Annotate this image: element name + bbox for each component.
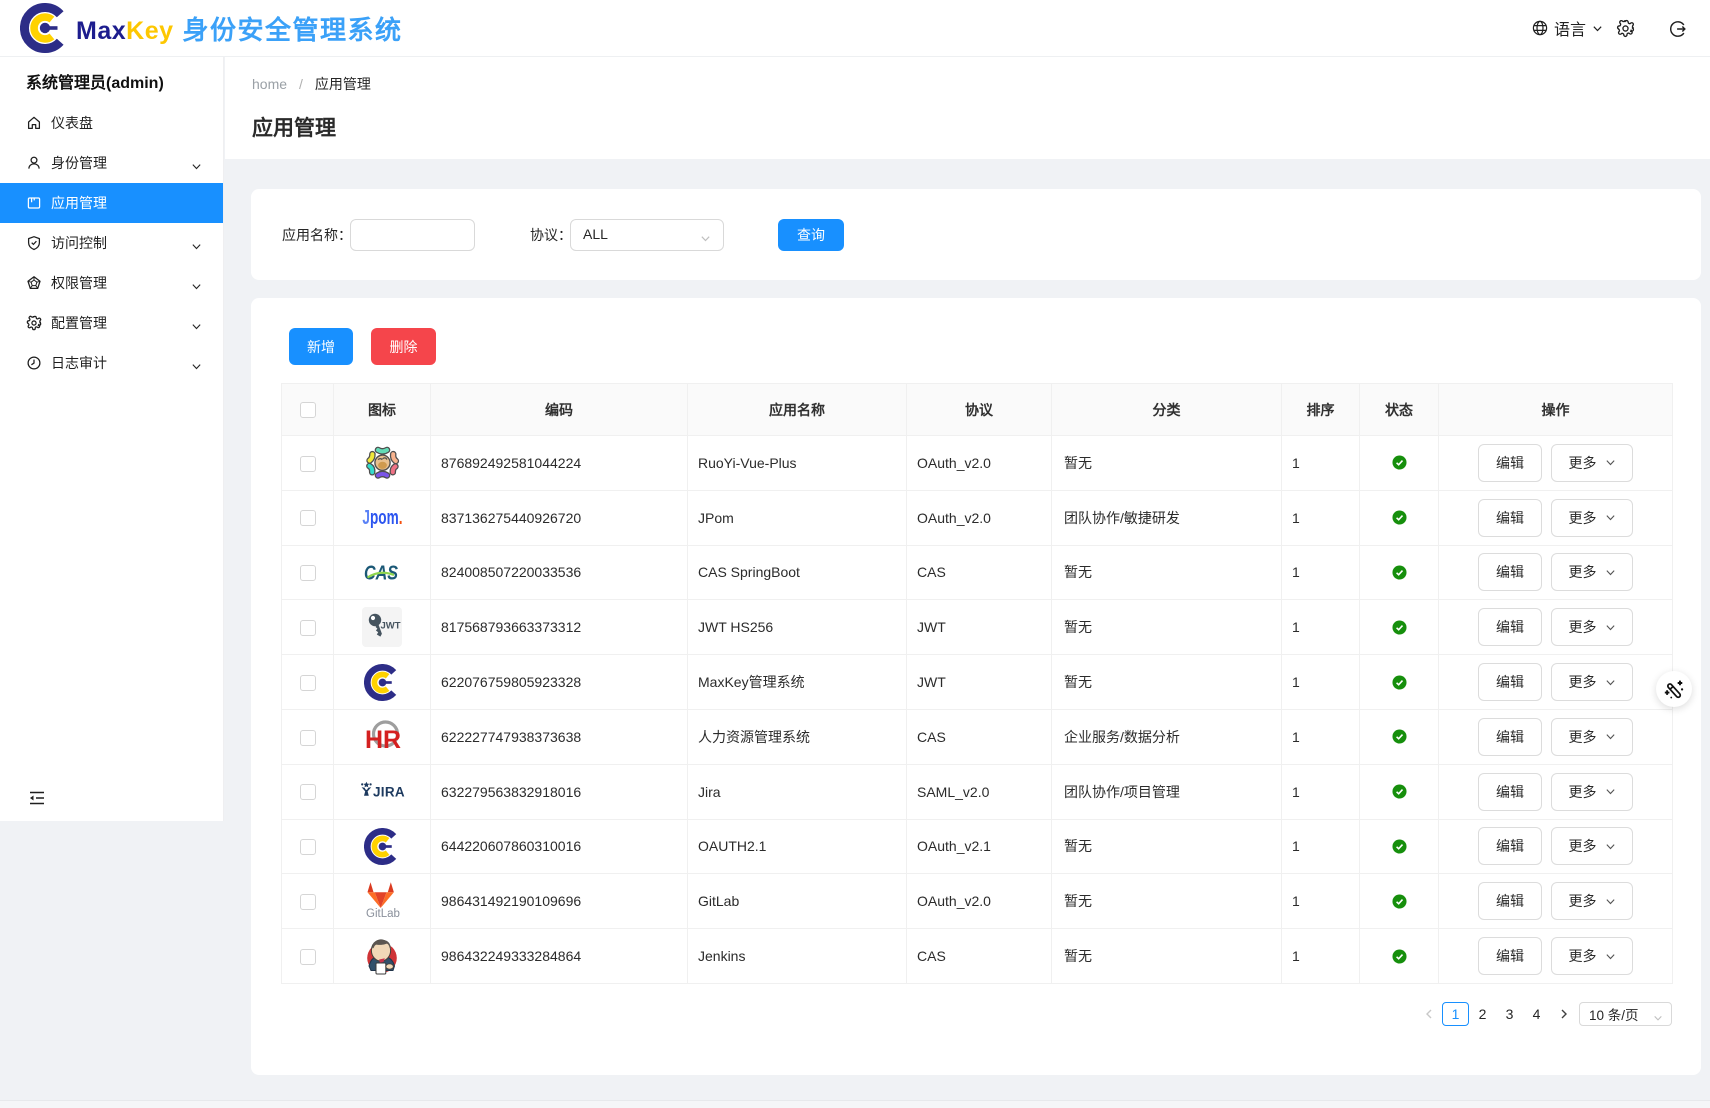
- svg-text:JWT: JWT: [381, 621, 401, 632]
- svg-text:GitLab: GitLab: [366, 908, 400, 920]
- svg-text:HR: HR: [365, 726, 401, 754]
- svg-text:JIRA: JIRA: [373, 784, 405, 799]
